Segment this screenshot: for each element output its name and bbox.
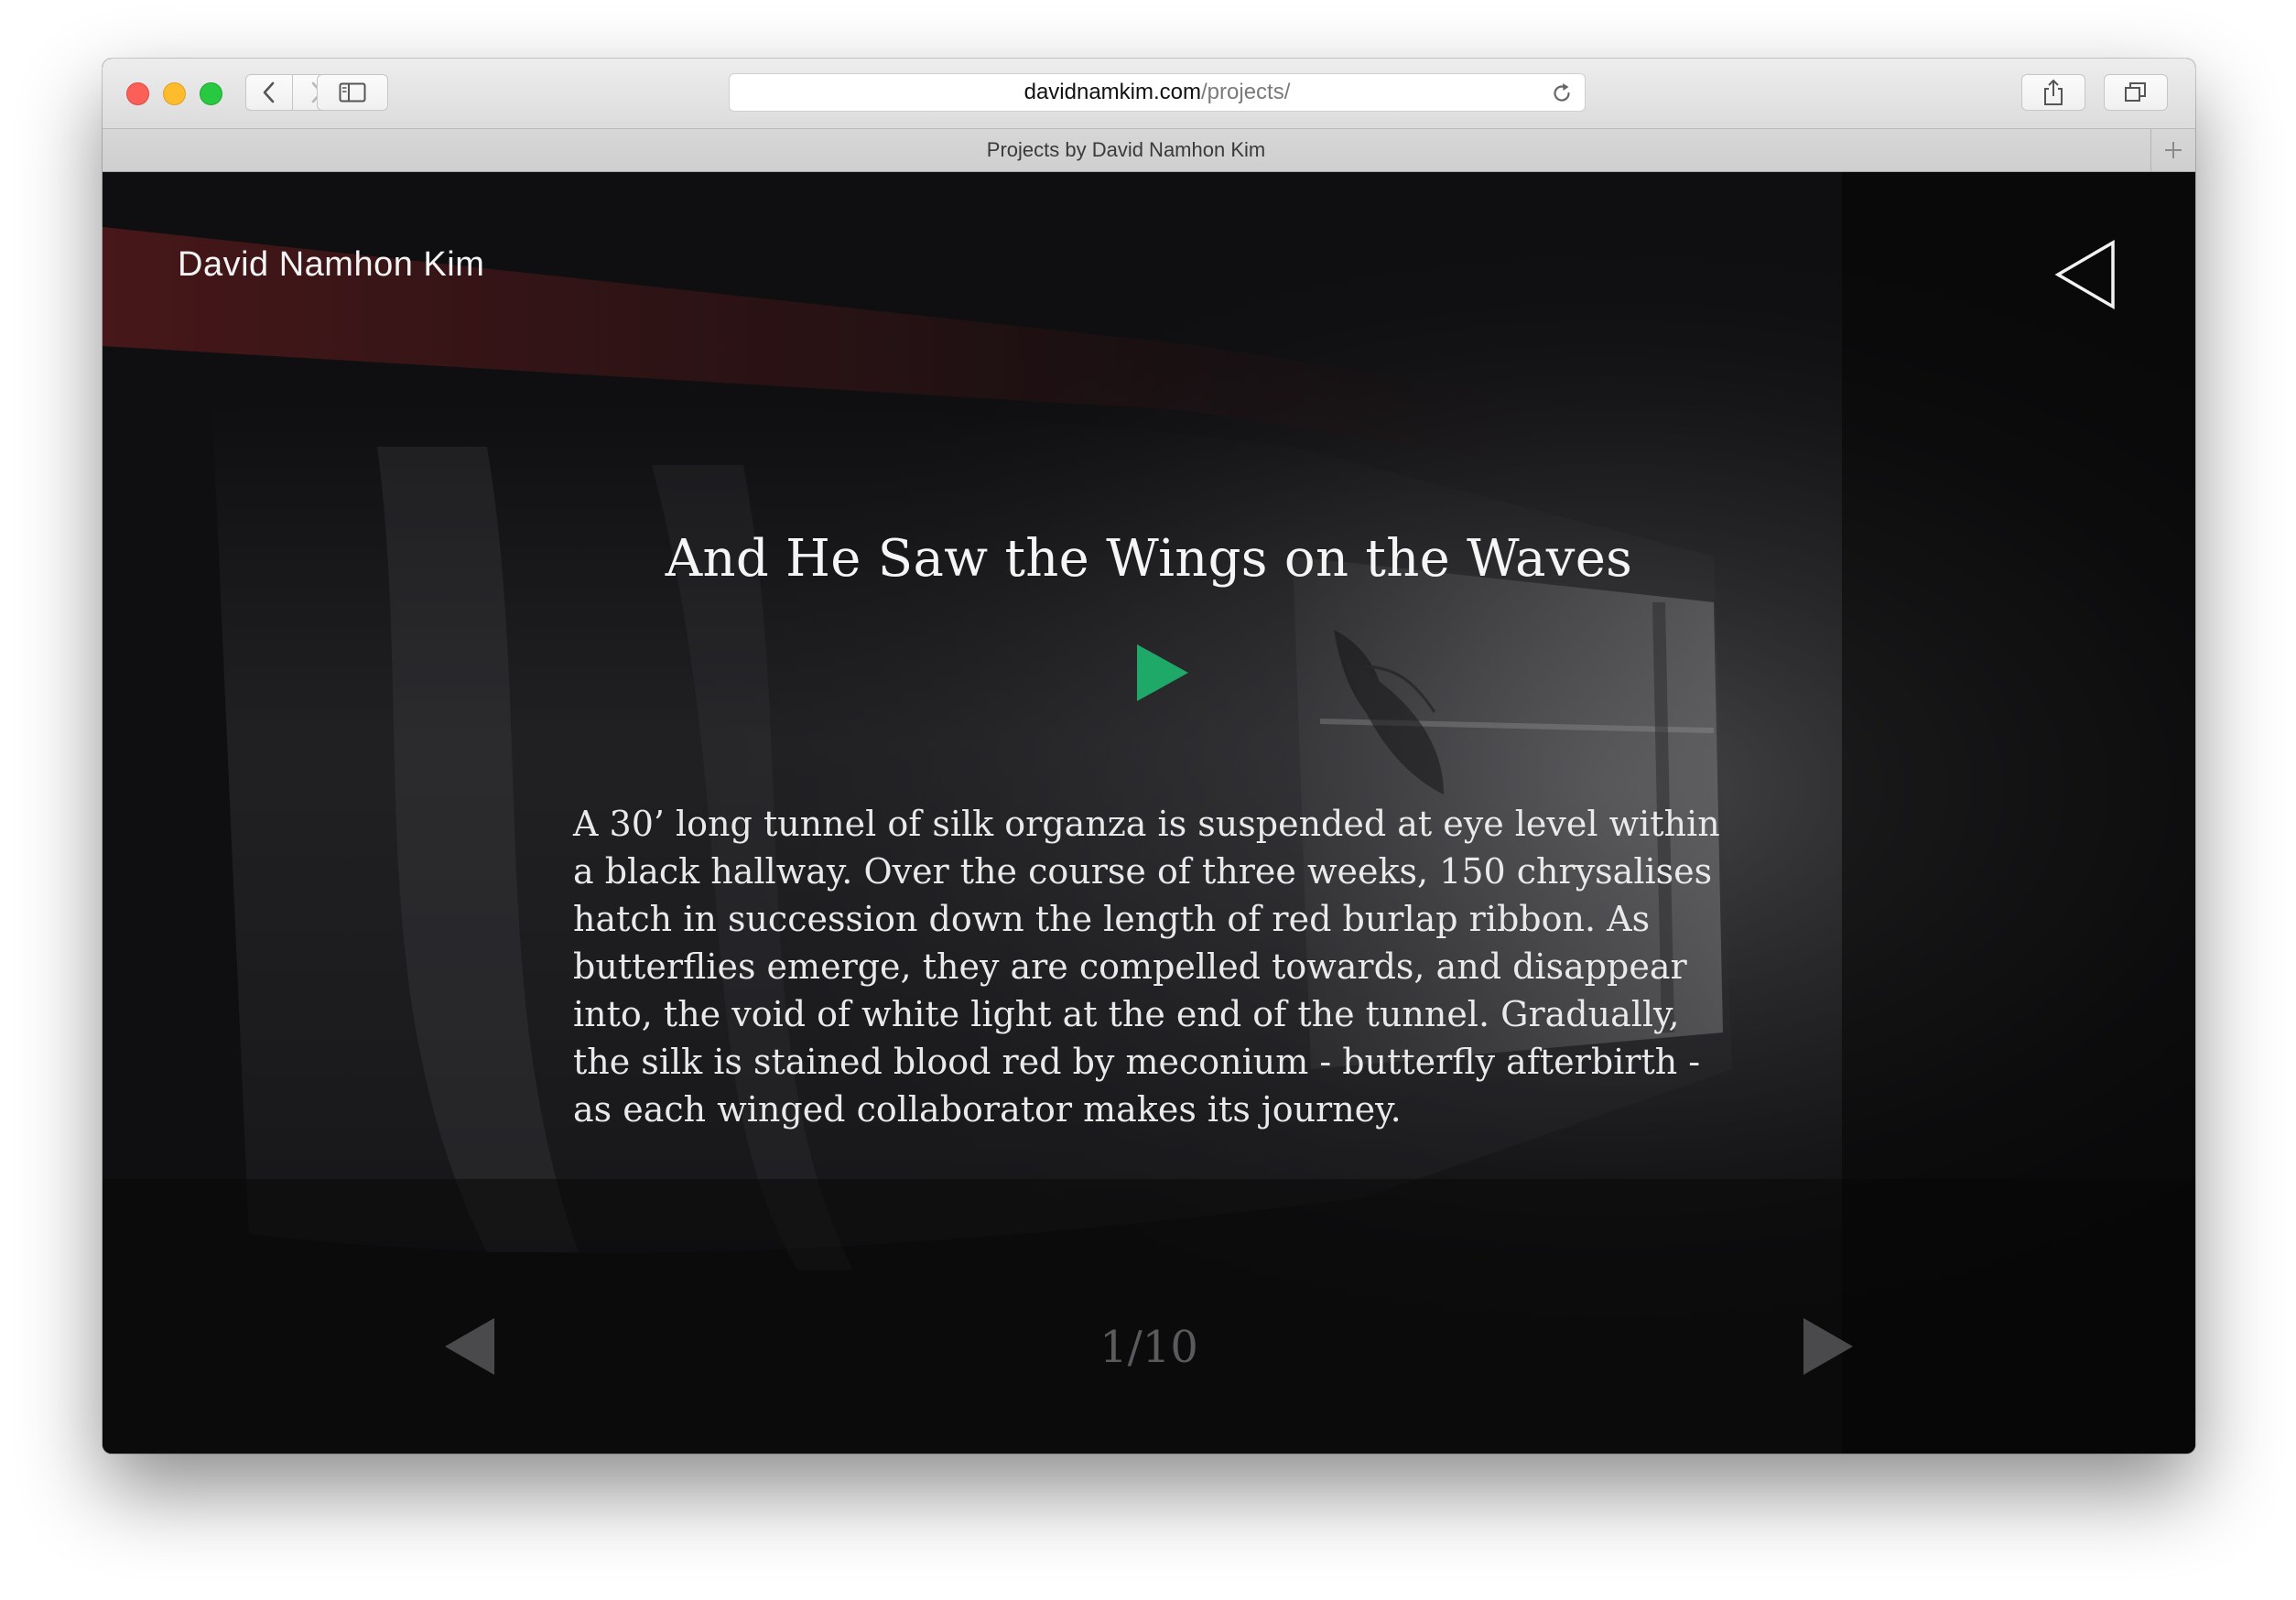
slide-counter: 1/10	[1099, 1322, 1198, 1373]
sidebar-icon	[339, 82, 366, 103]
close-window-button[interactable]	[126, 82, 149, 105]
back-button[interactable]	[245, 74, 293, 111]
new-tab-button[interactable]	[2150, 129, 2195, 171]
screenshot-stage: davidnamkim.com/projects/ Projects by Da…	[0, 0, 2296, 1600]
share-icon	[2044, 79, 2063, 105]
project-page: David Namhon Kim And He Saw the Wings on…	[103, 172, 2195, 1454]
tabs-overview-icon	[2125, 82, 2146, 102]
active-tab-title[interactable]: Projects by David Namhon Kim	[103, 129, 2150, 171]
chevron-left-icon	[263, 81, 275, 103]
next-arrow-icon[interactable]	[1802, 1316, 1855, 1377]
project-title: And He Saw the Wings on the Waves	[665, 529, 1633, 589]
project-description: A 30’ long tunnel of silk organza is sus…	[573, 804, 1720, 1130]
browser-toolbar: davidnamkim.com/projects/	[103, 59, 2195, 129]
address-bar[interactable]: davidnamkim.com/projects/	[729, 73, 1586, 112]
tab-bar: Projects by David Namhon Kim	[103, 129, 2195, 172]
share-button[interactable]	[2021, 74, 2085, 111]
play-icon[interactable]	[1133, 643, 1192, 703]
site-name-logo[interactable]: David Namhon Kim	[178, 245, 484, 285]
triangle-left-outline-icon[interactable]	[2052, 238, 2118, 311]
reload-icon[interactable]	[1550, 81, 1574, 105]
browser-window: davidnamkim.com/projects/ Projects by Da…	[103, 59, 2195, 1454]
show-tabs-button[interactable]	[2104, 74, 2168, 111]
minimize-window-button[interactable]	[163, 82, 186, 105]
plus-icon	[2165, 142, 2182, 158]
url-host: davidnamkim.com	[1023, 80, 1202, 104]
zoom-window-button[interactable]	[200, 82, 222, 105]
sidebar-toggle-button[interactable]	[317, 74, 388, 111]
url-path: /projects/	[1201, 80, 1291, 104]
